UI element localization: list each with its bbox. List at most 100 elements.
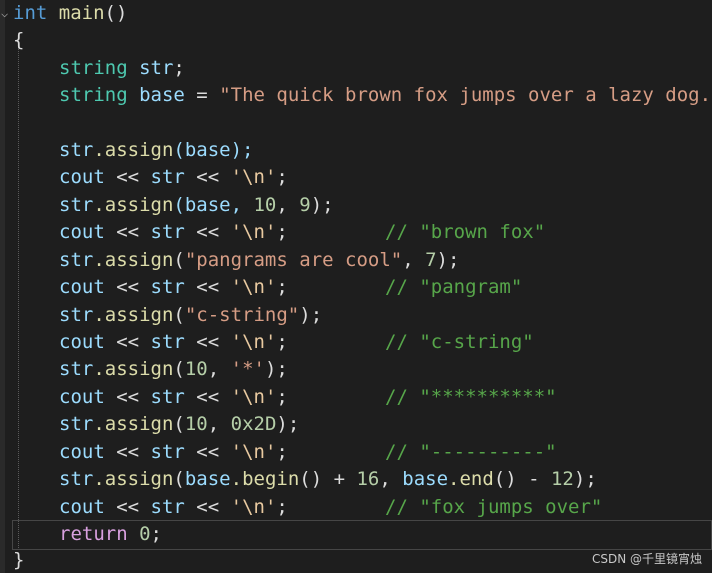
var-base: base: [139, 84, 185, 106]
char-literal: '\n': [230, 441, 277, 463]
stream-op: <<: [104, 221, 151, 243]
code-line-9[interactable]: cout << str << '\n'; // "brown fox": [59, 219, 545, 246]
code-line-20[interactable]: return 0;: [59, 521, 162, 548]
number-literal: 10: [253, 194, 277, 216]
var-str: str: [59, 304, 94, 326]
stream-op: <<: [104, 441, 151, 463]
comma: ,: [402, 249, 426, 271]
stream-op: <<: [104, 386, 151, 408]
comma: ,: [379, 468, 403, 490]
assign-op: =: [184, 84, 220, 106]
open-brace: {: [13, 29, 25, 51]
chevron-down-icon[interactable]: ⌵: [1, 7, 8, 19]
open-paren: (: [173, 304, 185, 326]
code-line-10[interactable]: str.assign("pangrams are cool", 7);: [59, 247, 459, 274]
stream-op: <<: [184, 276, 231, 298]
var-base: base: [184, 468, 231, 490]
comment: // "c-string": [385, 331, 534, 353]
args: (base,: [173, 194, 254, 216]
params: (): [104, 2, 128, 24]
cout: cout: [59, 496, 105, 518]
method-assign: .assign: [93, 194, 174, 216]
var-str: str: [150, 166, 185, 188]
method-begin: .begin: [230, 468, 300, 490]
number-literal: 16: [356, 468, 380, 490]
char-literal: '\n': [230, 331, 277, 353]
code-line-17[interactable]: cout << str << '\n'; // "----------": [59, 439, 557, 466]
var-str: str: [150, 276, 185, 298]
semicolon: ;: [173, 57, 185, 79]
char-literal: '\n': [230, 221, 277, 243]
code-line-14[interactable]: str.assign(10, '*');: [59, 356, 288, 383]
cout: cout: [59, 221, 105, 243]
code-line-19[interactable]: cout << str << '\n'; // "fox jumps over": [59, 494, 602, 521]
keyword-int: int: [13, 2, 48, 24]
code-line-13[interactable]: cout << str << '\n'; // "c-string": [59, 329, 534, 356]
method-assign: .assign: [93, 413, 174, 435]
comment: // "brown fox": [385, 221, 546, 243]
var-base: base: [402, 468, 449, 490]
stream-op: <<: [184, 386, 231, 408]
stream-op: <<: [104, 331, 151, 353]
string-literal: "pangrams are cool": [184, 249, 403, 271]
code-editor[interactable]: ⌵ int main() { string str; string base = …: [0, 0, 712, 573]
comma: ,: [207, 358, 231, 380]
method-assign: .assign: [93, 468, 174, 490]
char-literal: '\n': [230, 276, 277, 298]
close-brace: }: [13, 549, 25, 571]
code-line-1[interactable]: ⌵ int main(): [1, 0, 128, 27]
var-str: str: [59, 194, 94, 216]
semicolon: ;: [150, 523, 162, 545]
comment: // "**********": [385, 386, 557, 408]
stream-op: <<: [184, 496, 231, 518]
code-line-16[interactable]: str.assign(10, 0x2D);: [59, 411, 299, 438]
cout: cout: [59, 166, 105, 188]
code-line-4[interactable]: string base = "The quick brown fox jumps…: [59, 82, 712, 109]
var-str: str: [59, 413, 94, 435]
code-line-12[interactable]: str.assign("c-string");: [59, 302, 322, 329]
semicolon: ;: [276, 386, 288, 408]
semicolon: ;: [276, 441, 288, 463]
code-line-21[interactable]: }: [13, 547, 24, 573]
var-str: str: [59, 358, 94, 380]
method-assign: .assign: [93, 304, 174, 326]
method-assign: .assign: [93, 139, 174, 161]
type-string: string: [59, 84, 128, 106]
close-paren: );: [436, 249, 460, 271]
operator: () -: [493, 468, 551, 490]
stream-op: <<: [104, 166, 151, 188]
watermark: CSDN @千里镜宵烛: [591, 552, 702, 566]
cout: cout: [59, 331, 105, 353]
comma: ,: [207, 413, 231, 435]
open-paren: (: [173, 249, 185, 271]
comma: ,: [276, 194, 300, 216]
stream-op: <<: [184, 441, 231, 463]
stream-op: <<: [104, 496, 151, 518]
code-line-8[interactable]: str.assign(base, 10, 9);: [59, 192, 334, 219]
code-line-6[interactable]: str.assign(base);: [59, 137, 253, 164]
method-assign: .assign: [93, 358, 174, 380]
close-paren: );: [310, 194, 334, 216]
operator: () +: [299, 468, 357, 490]
cout: cout: [59, 441, 105, 463]
stream-op: <<: [184, 166, 231, 188]
code-line-18[interactable]: str.assign(base.begin() + 16, base.end()…: [59, 466, 597, 493]
semicolon: ;: [276, 166, 288, 188]
code-line-7[interactable]: cout << str << '\n';: [59, 164, 288, 191]
code-line-2[interactable]: {: [13, 27, 24, 54]
method-end: .end: [448, 468, 494, 490]
open-paren: (: [173, 413, 185, 435]
stream-op: <<: [104, 276, 151, 298]
semicolon: ;: [276, 496, 288, 518]
indent-guide: [18, 40, 19, 548]
open-paren: (: [173, 468, 185, 490]
var-str: str: [150, 496, 185, 518]
char-literal: '\n': [230, 496, 277, 518]
code-line-15[interactable]: cout << str << '\n'; // "**********": [59, 384, 557, 411]
code-line-3[interactable]: string str;: [59, 55, 185, 82]
number-literal: 10: [184, 413, 208, 435]
code-line-11[interactable]: cout << str << '\n'; // "pangram": [59, 274, 522, 301]
number-literal: 10: [184, 358, 208, 380]
comment: // "----------": [385, 441, 557, 463]
close-paren: );: [276, 413, 300, 435]
